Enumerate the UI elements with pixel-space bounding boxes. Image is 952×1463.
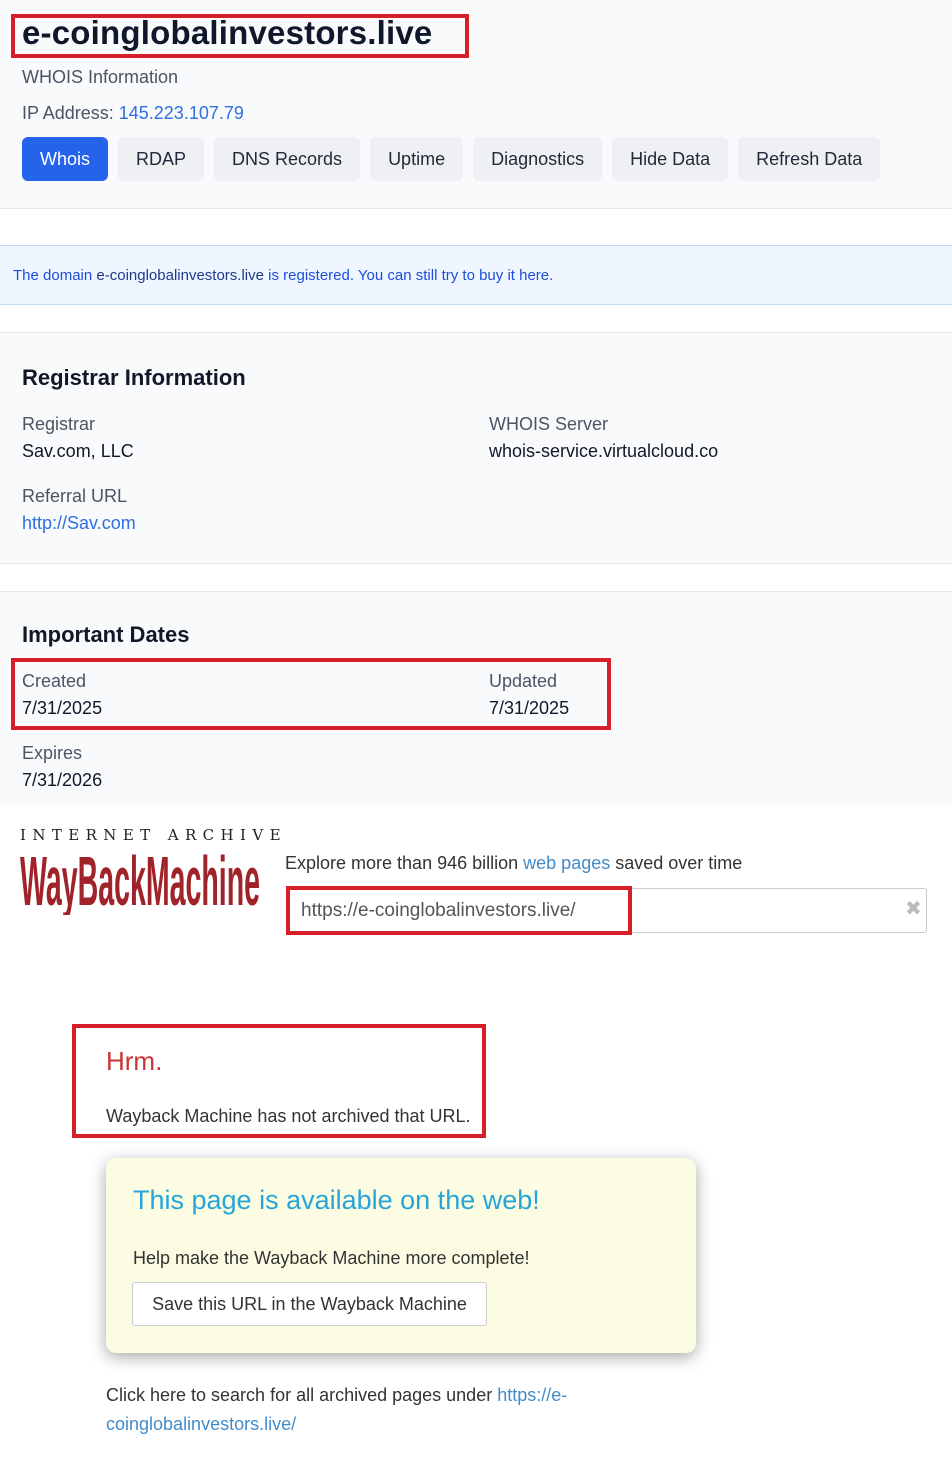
tab-hide-data[interactable]: Hide Data [612,137,729,181]
wayback-url-input[interactable] [287,888,927,933]
explore-suffix: saved over time [615,853,743,873]
search-all-text: Click here to search for all archived pa… [106,1381,606,1439]
whois-header: e-coinglobalinvestors.live WHOIS Informa… [0,0,952,209]
registrar-section: Registrar Information Registrar Sav.com,… [0,332,952,564]
expires-label: Expires [22,743,83,763]
section-title-registrar: Registrar Information [22,365,246,390]
tab-uptime[interactable]: Uptime [370,137,464,181]
wayback-logo-text: WayBackMachine [20,847,260,915]
wayback-machine-logo[interactable]: WayBackMachine [20,847,260,915]
tab-diagnostics[interactable]: Diagnostics [473,137,603,181]
tab-dns-records[interactable]: DNS Records [214,137,361,181]
search-all-prefix: Click here to search for all archived pa… [106,1385,493,1405]
referral-url-link[interactable]: http://Sav.com [22,513,136,534]
available-help-text: Help make the Wayback Machine more compl… [133,1248,530,1268]
page-subtitle: WHOIS Information [22,67,179,87]
tab-whois[interactable]: Whois [22,137,109,181]
notice-prefix: The domain [13,266,93,284]
referral-url-label: Referral URL [22,486,128,506]
save-url-button[interactable]: Save this URL in the Wayback Machine [132,1282,487,1326]
dates-section: Important Dates Created 7/31/2025 Update… [0,591,952,806]
available-title: This page is available on the web! [133,1185,540,1215]
ip-address-link[interactable]: 145.223.107.79 [119,103,244,123]
internet-archive-text: INTERNET ARCHIVE [20,826,287,844]
updated-value: 7/31/2025 [489,698,570,718]
domain-title: e-coinglobalinvestors.live [22,14,433,51]
section-title-dates: Important Dates [22,622,190,647]
registrar-value: Sav.com, LLC [22,441,134,461]
explore-prefix: Explore more than 946 billion [285,853,519,873]
registrar-label: Registrar [22,414,96,434]
notice-suffix[interactable]: is registered. You can still try to buy … [268,267,553,284]
registration-notice: The domain e-coinglobalinvestors.live is… [0,245,952,305]
notice-domain: e-coinglobalinvestors.live [96,266,264,284]
ip-address-label: IP Address: [22,103,114,123]
available-on-web-panel: This page is available on the web! Help … [106,1158,696,1353]
explore-text: Explore more than 946 billion web pages … [285,853,742,874]
ip-address-line: IP Address: 145.223.107.79 [22,103,244,124]
web-pages-link[interactable]: web pages [523,853,610,873]
updated-label: Updated [489,671,558,691]
tab-refresh-data[interactable]: Refresh Data [738,137,881,181]
created-value: 7/31/2025 [22,698,103,718]
expires-value: 7/31/2026 [22,770,103,790]
whois-server-value: whois-service.virtualcloud.co [489,441,719,461]
clear-icon[interactable]: ✖ [905,896,922,921]
whois-server-label: WHOIS Server [489,414,609,434]
tab-bar: Whois RDAP DNS Records Uptime Diagnostic… [22,137,881,181]
tab-rdap[interactable]: RDAP [118,137,205,181]
hrm-title: Hrm. [106,1046,163,1076]
created-label: Created [22,671,87,691]
not-archived-message: Wayback Machine has not archived that UR… [106,1106,471,1126]
